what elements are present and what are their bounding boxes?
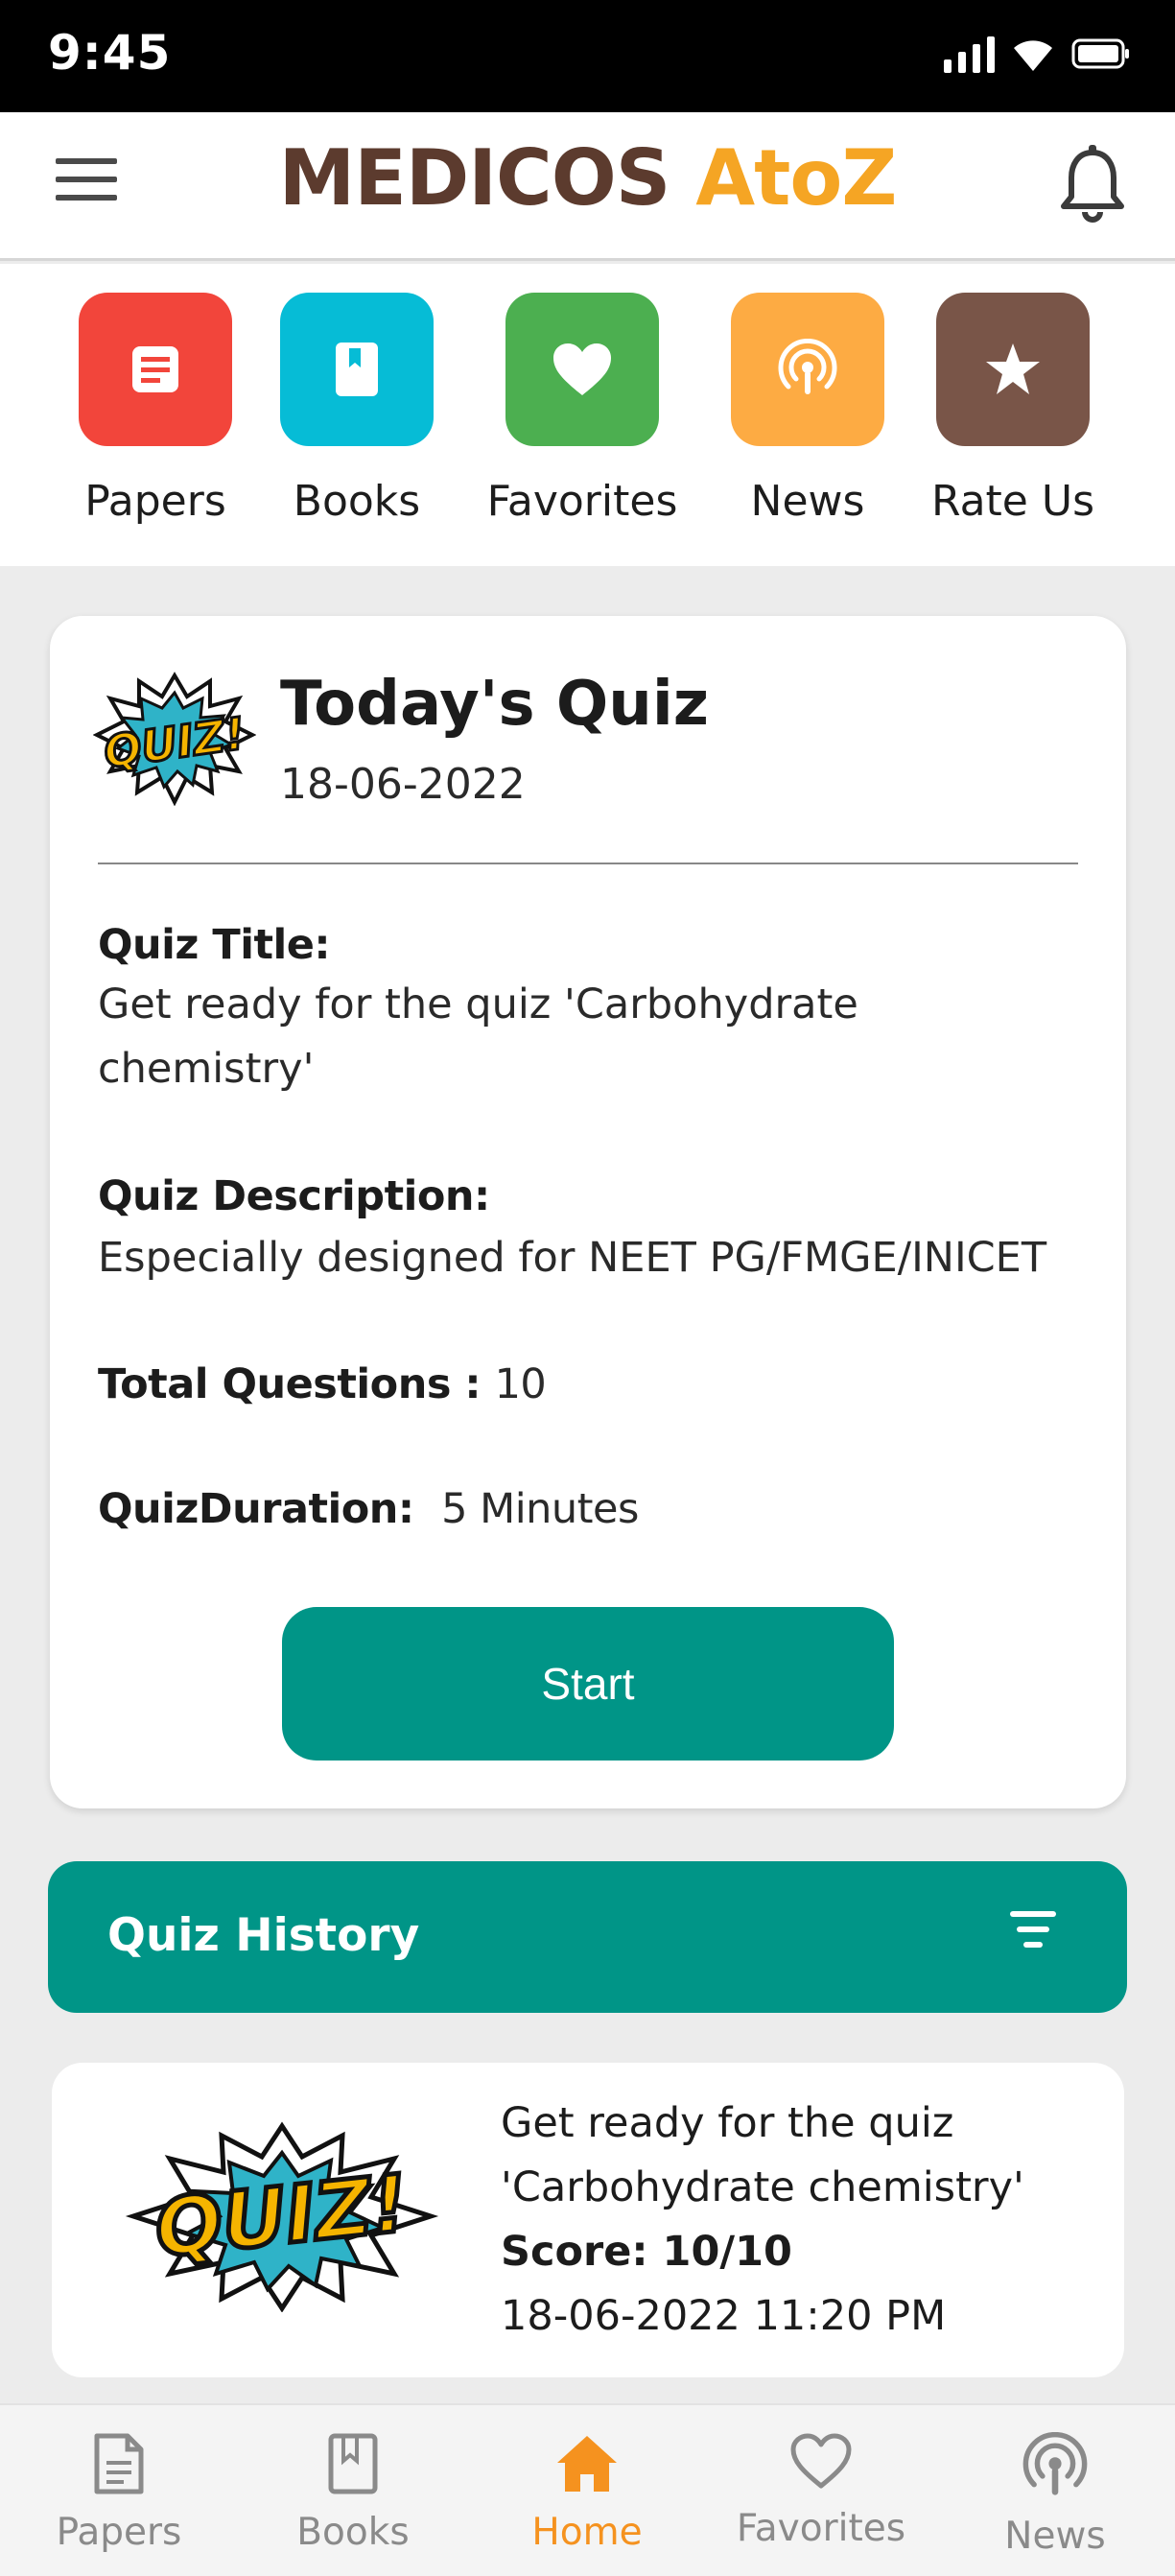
- nav-favorites[interactable]: Favorites: [716, 2432, 927, 2550]
- shortcut-label: Rate Us: [930, 477, 1094, 526]
- quiz-heading: Today's Quiz: [280, 669, 709, 740]
- quiz-title-value: Get ready for the quiz 'Carbohydrate che…: [98, 981, 858, 1093]
- logo-part-medicos: MEDICOS: [278, 133, 671, 223]
- shortcut-label: Papers: [84, 477, 226, 526]
- status-time: 9:45: [48, 25, 172, 81]
- quiz-history-item[interactable]: QUIZ! Get ready for the quiz 'Carbohydra…: [52, 2063, 1124, 2377]
- nav-label: Papers: [56, 2511, 182, 2554]
- bell-icon: [1061, 145, 1124, 223]
- nav-papers[interactable]: Papers: [13, 2432, 224, 2554]
- nav-label: News: [1004, 2515, 1106, 2558]
- start-quiz-button[interactable]: Start: [282, 1607, 894, 1761]
- heart-icon: [553, 343, 611, 395]
- wifi-icon: [1014, 40, 1052, 71]
- nav-books[interactable]: Books: [247, 2432, 458, 2554]
- todays-quiz-card: QUIZ! Today's Quiz 18-06-2022 Quiz Title…: [50, 616, 1126, 1808]
- broadcast-icon: [778, 339, 837, 394]
- quiz-duration-row: QuizDuration: 5 Minutes: [98, 1485, 639, 1533]
- quiz-date: 18-06-2022: [280, 760, 526, 809]
- document-icon: [132, 346, 178, 392]
- shortcut-label: News: [750, 477, 865, 526]
- history-quiz-datetime: 18-06-2022 11:20 PM: [501, 2292, 947, 2340]
- status-icons: [944, 35, 1131, 73]
- rate-us-tile[interactable]: [936, 293, 1090, 446]
- papers-tile[interactable]: [79, 293, 232, 446]
- star-icon: [986, 343, 1040, 394]
- total-questions-row: Total Questions : 10: [98, 1360, 547, 1408]
- battery-icon: [1071, 38, 1129, 69]
- notification-button[interactable]: [1058, 141, 1127, 227]
- book-icon: [336, 343, 378, 396]
- favorites-tile[interactable]: [505, 293, 659, 446]
- shortcut-news[interactable]: News: [712, 293, 904, 526]
- quiz-history-header: Quiz History: [48, 1861, 1127, 2013]
- status-bar: 9:45: [0, 0, 1175, 112]
- app-header: MEDICOS AtoZ: [0, 112, 1175, 261]
- shortcut-rate-us[interactable]: Rate Us: [917, 293, 1109, 526]
- total-questions-value: 10: [494, 1360, 547, 1408]
- total-questions-label: Total Questions :: [98, 1360, 482, 1408]
- nav-label: Home: [531, 2511, 643, 2554]
- book-outline-icon: [328, 2433, 378, 2494]
- cellular-signal-icon: [944, 35, 995, 73]
- heart-outline-icon: [790, 2433, 852, 2489]
- divider: [98, 863, 1078, 864]
- nav-label: Books: [296, 2511, 410, 2554]
- history-quiz-title: Get ready for the quiz 'Carbohydrate che…: [501, 2099, 1024, 2211]
- shortcut-label: Favorites: [486, 477, 678, 526]
- bottom-navigation: Papers Books Home Favorites News: [0, 2403, 1175, 2576]
- app-logo: MEDICOS AtoZ: [0, 133, 1175, 223]
- nav-home[interactable]: Home: [482, 2432, 693, 2554]
- quiz-description-value: Especially designed for NEET PG/FMGE/INI…: [98, 1234, 1047, 1282]
- shortcut-label: Books: [293, 477, 421, 526]
- home-icon: [557, 2436, 617, 2492]
- quiz-history-details: Get ready for the quiz 'Carbohydrate che…: [501, 2092, 1115, 2349]
- filter-button[interactable]: [1006, 1911, 1060, 1959]
- quiz-duration-value: 5 Minutes: [441, 1485, 639, 1533]
- quiz-logo-icon: QUIZ!: [93, 672, 256, 806]
- quiz-history-title: Quiz History: [107, 1909, 420, 1962]
- shortcuts-row: Papers Books Favorites News Rate Us: [0, 264, 1175, 566]
- news-tile[interactable]: [731, 293, 884, 446]
- broadcast-icon: [1022, 2431, 1088, 2495]
- books-tile[interactable]: [280, 293, 434, 446]
- quiz-duration-label: QuizDuration:: [98, 1485, 414, 1533]
- logo-part-atoz: AtoZ: [695, 133, 897, 223]
- shortcut-papers[interactable]: Papers: [59, 293, 251, 526]
- shortcut-books[interactable]: Books: [261, 293, 453, 526]
- quiz-title-label: Quiz Title:: [98, 921, 331, 969]
- history-quiz-score: Score: 10/10: [501, 2228, 792, 2276]
- shortcut-favorites[interactable]: Favorites: [486, 293, 678, 526]
- quiz-logo-icon: QUIZ!: [125, 2121, 439, 2312]
- nav-label: Favorites: [736, 2507, 906, 2550]
- quiz-description-label: Quiz Description:: [98, 1172, 490, 1220]
- document-outline-icon: [94, 2433, 144, 2494]
- nav-news[interactable]: News: [950, 2431, 1161, 2558]
